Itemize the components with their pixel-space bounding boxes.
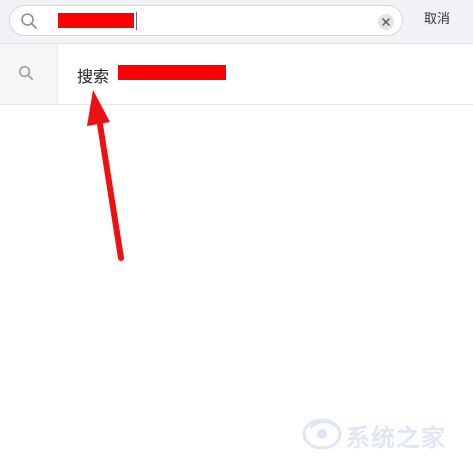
watermark-text: 系统之家	[346, 424, 446, 452]
suggestion-icon-cell	[0, 44, 58, 104]
suggestion-prefix-label: 搜索	[77, 67, 110, 86]
text-cursor	[136, 12, 137, 30]
watermark-logo: 系统之家	[300, 408, 470, 458]
search-input[interactable]	[9, 5, 403, 36]
globe-icon	[302, 418, 342, 450]
query-underline	[58, 28, 134, 30]
search-page: 取消 搜索 系统之家	[0, 0, 473, 463]
clear-button[interactable]	[378, 14, 394, 30]
cancel-button[interactable]: 取消	[414, 6, 460, 34]
search-suggestion-item[interactable]: 搜索	[0, 44, 473, 105]
close-icon	[382, 18, 390, 26]
search-icon	[20, 12, 38, 30]
search-header: 取消	[0, 0, 473, 44]
suggestion-query-redacted	[118, 65, 226, 80]
search-icon	[18, 65, 34, 81]
